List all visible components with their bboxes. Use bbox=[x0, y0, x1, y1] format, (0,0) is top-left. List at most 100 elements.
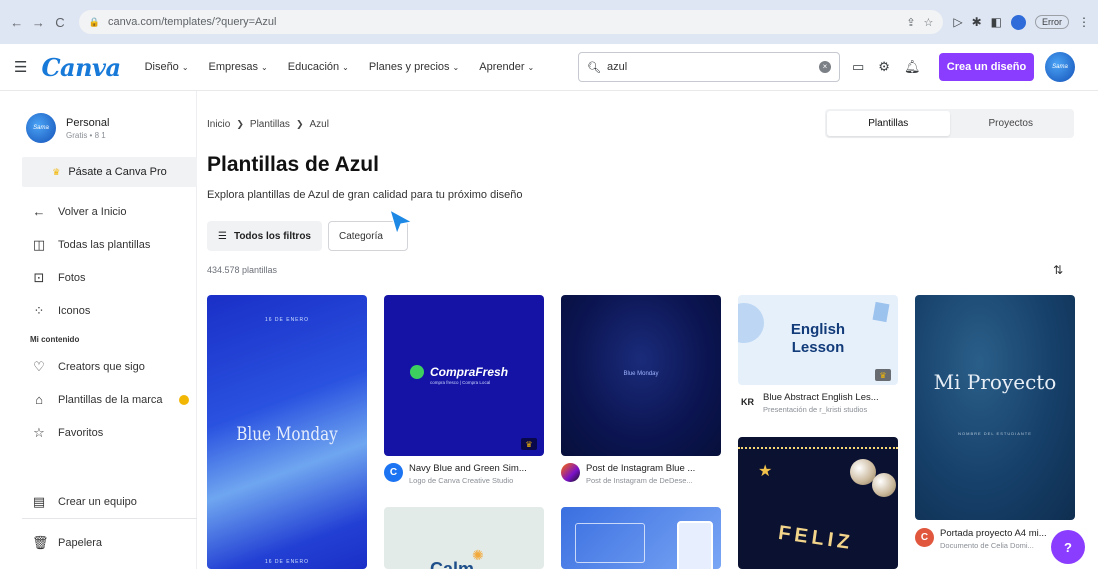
menu-aprender[interactable]: Aprender ⌄ bbox=[479, 61, 534, 73]
card-author[interactable]: Post de Instagram de DeDese... bbox=[586, 476, 695, 485]
sidebar: Sama Personal Gratis • 8 1 ♛ Pásate a Ca… bbox=[0, 91, 197, 569]
error-button[interactable]: Error bbox=[1035, 15, 1069, 29]
create-design-button[interactable]: Crea un diseño bbox=[939, 53, 1034, 81]
menu-educacion[interactable]: Educación ⌄ bbox=[288, 61, 349, 73]
reload-icon[interactable]: C bbox=[51, 15, 69, 30]
chevron-down-icon: ⌄ bbox=[452, 63, 460, 72]
chevron-down-icon: ⌄ bbox=[342, 63, 349, 72]
back-arrow-icon[interactable]: ← bbox=[8, 15, 26, 30]
card-title[interactable]: Blue Abstract English Les... bbox=[763, 392, 879, 403]
brand-kit-icon: ⌂ bbox=[35, 392, 43, 407]
sidebar-item-trash[interactable]: 🗑︎ Papelera bbox=[0, 526, 196, 559]
card-author[interactable]: Documento de Celia Domi... bbox=[940, 541, 1047, 550]
search-input[interactable]: 🔍︎ azul × bbox=[578, 52, 840, 82]
template-card[interactable] bbox=[561, 507, 721, 569]
clear-search-icon[interactable]: × bbox=[819, 61, 831, 73]
menu-empresas[interactable]: Empresas ⌄ bbox=[209, 61, 268, 73]
sidebar-item-favorites[interactable]: ☆ Favoritos bbox=[0, 416, 196, 449]
screen-mockup bbox=[575, 523, 645, 563]
all-filters-button[interactable]: ☰ Todos los filtros bbox=[207, 221, 322, 251]
sidebar-item-label: Creators que sigo bbox=[58, 360, 145, 373]
sidebar-item-icons[interactable]: ⁘ Iconos bbox=[0, 294, 196, 327]
star-icon: ☆ bbox=[33, 424, 45, 440]
breadcrumb-current: Azul bbox=[309, 119, 329, 130]
template-card[interactable]: Blue Monday bbox=[561, 295, 721, 456]
more-icon[interactable]: ⋮ bbox=[1078, 15, 1090, 29]
card-main-text: Mi Proyecto bbox=[933, 370, 1057, 394]
search-value[interactable]: azul bbox=[607, 61, 819, 73]
page-title: Plantillas de Azul bbox=[207, 153, 379, 176]
lock-icon: 🔒 bbox=[88, 16, 100, 27]
tab-templates[interactable]: Plantillas bbox=[827, 111, 950, 136]
heart-hands-icon: ♡ bbox=[33, 358, 45, 374]
sort-icon[interactable]: ⇅ bbox=[1053, 263, 1063, 277]
card-title[interactable]: Portada proyecto A4 mi... bbox=[940, 528, 1047, 539]
card-date-top: 16 DE ENERO bbox=[264, 317, 310, 323]
avatar[interactable]: Sama bbox=[1045, 52, 1075, 82]
sidebar-item-creators[interactable]: ♡ Creators que sigo bbox=[0, 350, 196, 383]
menu-planes[interactable]: Planes y precios ⌄ bbox=[369, 61, 459, 73]
template-card[interactable]: Mi Proyecto NOMBRE DEL ESTUDIANTE bbox=[915, 295, 1075, 520]
sidebar-item-label: Papelera bbox=[58, 536, 103, 549]
card-small-text: NOMBRE DEL ESTUDIANTE bbox=[958, 431, 1032, 436]
menu-diseno[interactable]: Diseño ⌄ bbox=[145, 61, 189, 73]
desktop-app-icon[interactable]: ▭ bbox=[852, 59, 864, 75]
star-icon[interactable]: ☆ bbox=[923, 16, 933, 29]
card-title[interactable]: Navy Blue and Green Sim... bbox=[409, 463, 527, 474]
gear-icon[interactable]: ⚙ bbox=[878, 59, 890, 75]
template-card[interactable]: English Lesson ♛ bbox=[738, 295, 898, 385]
profile-name: Personal bbox=[66, 116, 110, 129]
breadcrumb-home[interactable]: Inicio bbox=[207, 119, 230, 130]
card-author[interactable]: Presentación de r_kristi studios bbox=[763, 405, 879, 414]
chevron-right-icon: ❯ bbox=[236, 119, 244, 129]
sidebar-item-back[interactable]: ← Volver a Inicio bbox=[0, 195, 196, 228]
card-author[interactable]: Logo de Canva Creative Studio bbox=[409, 476, 527, 485]
bell-icon[interactable]: 🔔︎ bbox=[904, 59, 921, 75]
tab-projects[interactable]: Proyectos bbox=[950, 111, 1073, 136]
string-lights bbox=[738, 447, 898, 449]
card-title[interactable]: Post de Instagram Blue ... bbox=[586, 463, 695, 474]
menu-icon[interactable]: ☰ bbox=[14, 58, 27, 76]
share-icon[interactable]: ⇪ bbox=[906, 16, 915, 29]
sidebar-item-label: Fotos bbox=[58, 271, 86, 284]
divider bbox=[22, 518, 197, 519]
sidepanel-icon[interactable]: ◧ bbox=[991, 15, 1002, 29]
arrow-left-icon: ← bbox=[32, 204, 46, 219]
template-card[interactable]: CompraFresh compra fresco | Compra Local… bbox=[384, 295, 544, 456]
profile-avatar-icon[interactable] bbox=[1011, 14, 1026, 30]
sidebar-item-all-templates[interactable]: ◫ Todas las plantillas bbox=[0, 228, 196, 261]
template-card[interactable]: ★ FELIZ bbox=[738, 437, 898, 569]
extension-play-icon[interactable]: ▷ bbox=[953, 15, 962, 29]
card-meta: Post de Instagram Blue ... Post de Insta… bbox=[561, 463, 695, 485]
card-main-text: Blue Monday bbox=[236, 423, 338, 445]
sidebar-item-create-team[interactable]: ▤ Crear un equipo bbox=[0, 485, 196, 518]
extensions-puzzle-icon[interactable]: ✱ bbox=[972, 15, 982, 29]
all-filters-label: Todos los filtros bbox=[233, 230, 311, 242]
chevron-right-icon: ❯ bbox=[295, 119, 304, 129]
blob-shape bbox=[872, 301, 890, 323]
mouse-cursor-icon bbox=[389, 208, 414, 236]
canva-logo[interactable]: Canva bbox=[41, 53, 121, 82]
author-logo-icon: C bbox=[915, 528, 934, 547]
breadcrumb-templates[interactable]: Plantillas bbox=[250, 119, 290, 130]
template-card[interactable]: 16 DE ENERO Blue Monday 16 DE ENERO bbox=[207, 295, 367, 569]
view-toggle: Plantillas Proyectos bbox=[825, 109, 1074, 138]
upgrade-pro-button[interactable]: ♛ Pásate a Canva Pro bbox=[22, 157, 197, 187]
card-main-text: Blue Monday bbox=[623, 371, 659, 377]
card-meta: KR Blue Abstract English Les... Presenta… bbox=[738, 392, 879, 414]
pro-crown-icon: ♛ bbox=[875, 369, 891, 381]
profile-switcher[interactable]: Sama Personal Gratis • 8 1 bbox=[0, 91, 196, 143]
templates-icon: ◫ bbox=[32, 236, 46, 252]
canva-c-logo-icon: C bbox=[384, 463, 403, 482]
forward-arrow-icon[interactable]: → bbox=[30, 15, 48, 30]
card-main-text: English Lesson bbox=[790, 321, 846, 356]
address-bar[interactable]: 🔒 canva.com/templates/?query=Azul ⇪ ☆ bbox=[78, 10, 944, 34]
help-button[interactable]: ? bbox=[1051, 530, 1085, 564]
sidebar-item-photos[interactable]: ⊡ Fotos bbox=[0, 261, 196, 294]
chevron-down-icon: ⌄ bbox=[261, 63, 268, 72]
template-card[interactable]: ✺ Calm bbox=[384, 507, 544, 569]
sidebar-item-brand-templates[interactable]: ⌂ Plantillas de la marca bbox=[0, 383, 196, 416]
blob-shape bbox=[738, 303, 764, 343]
avatar: Sama bbox=[26, 113, 56, 143]
sidebar-item-label: Plantillas de la marca bbox=[58, 393, 163, 406]
